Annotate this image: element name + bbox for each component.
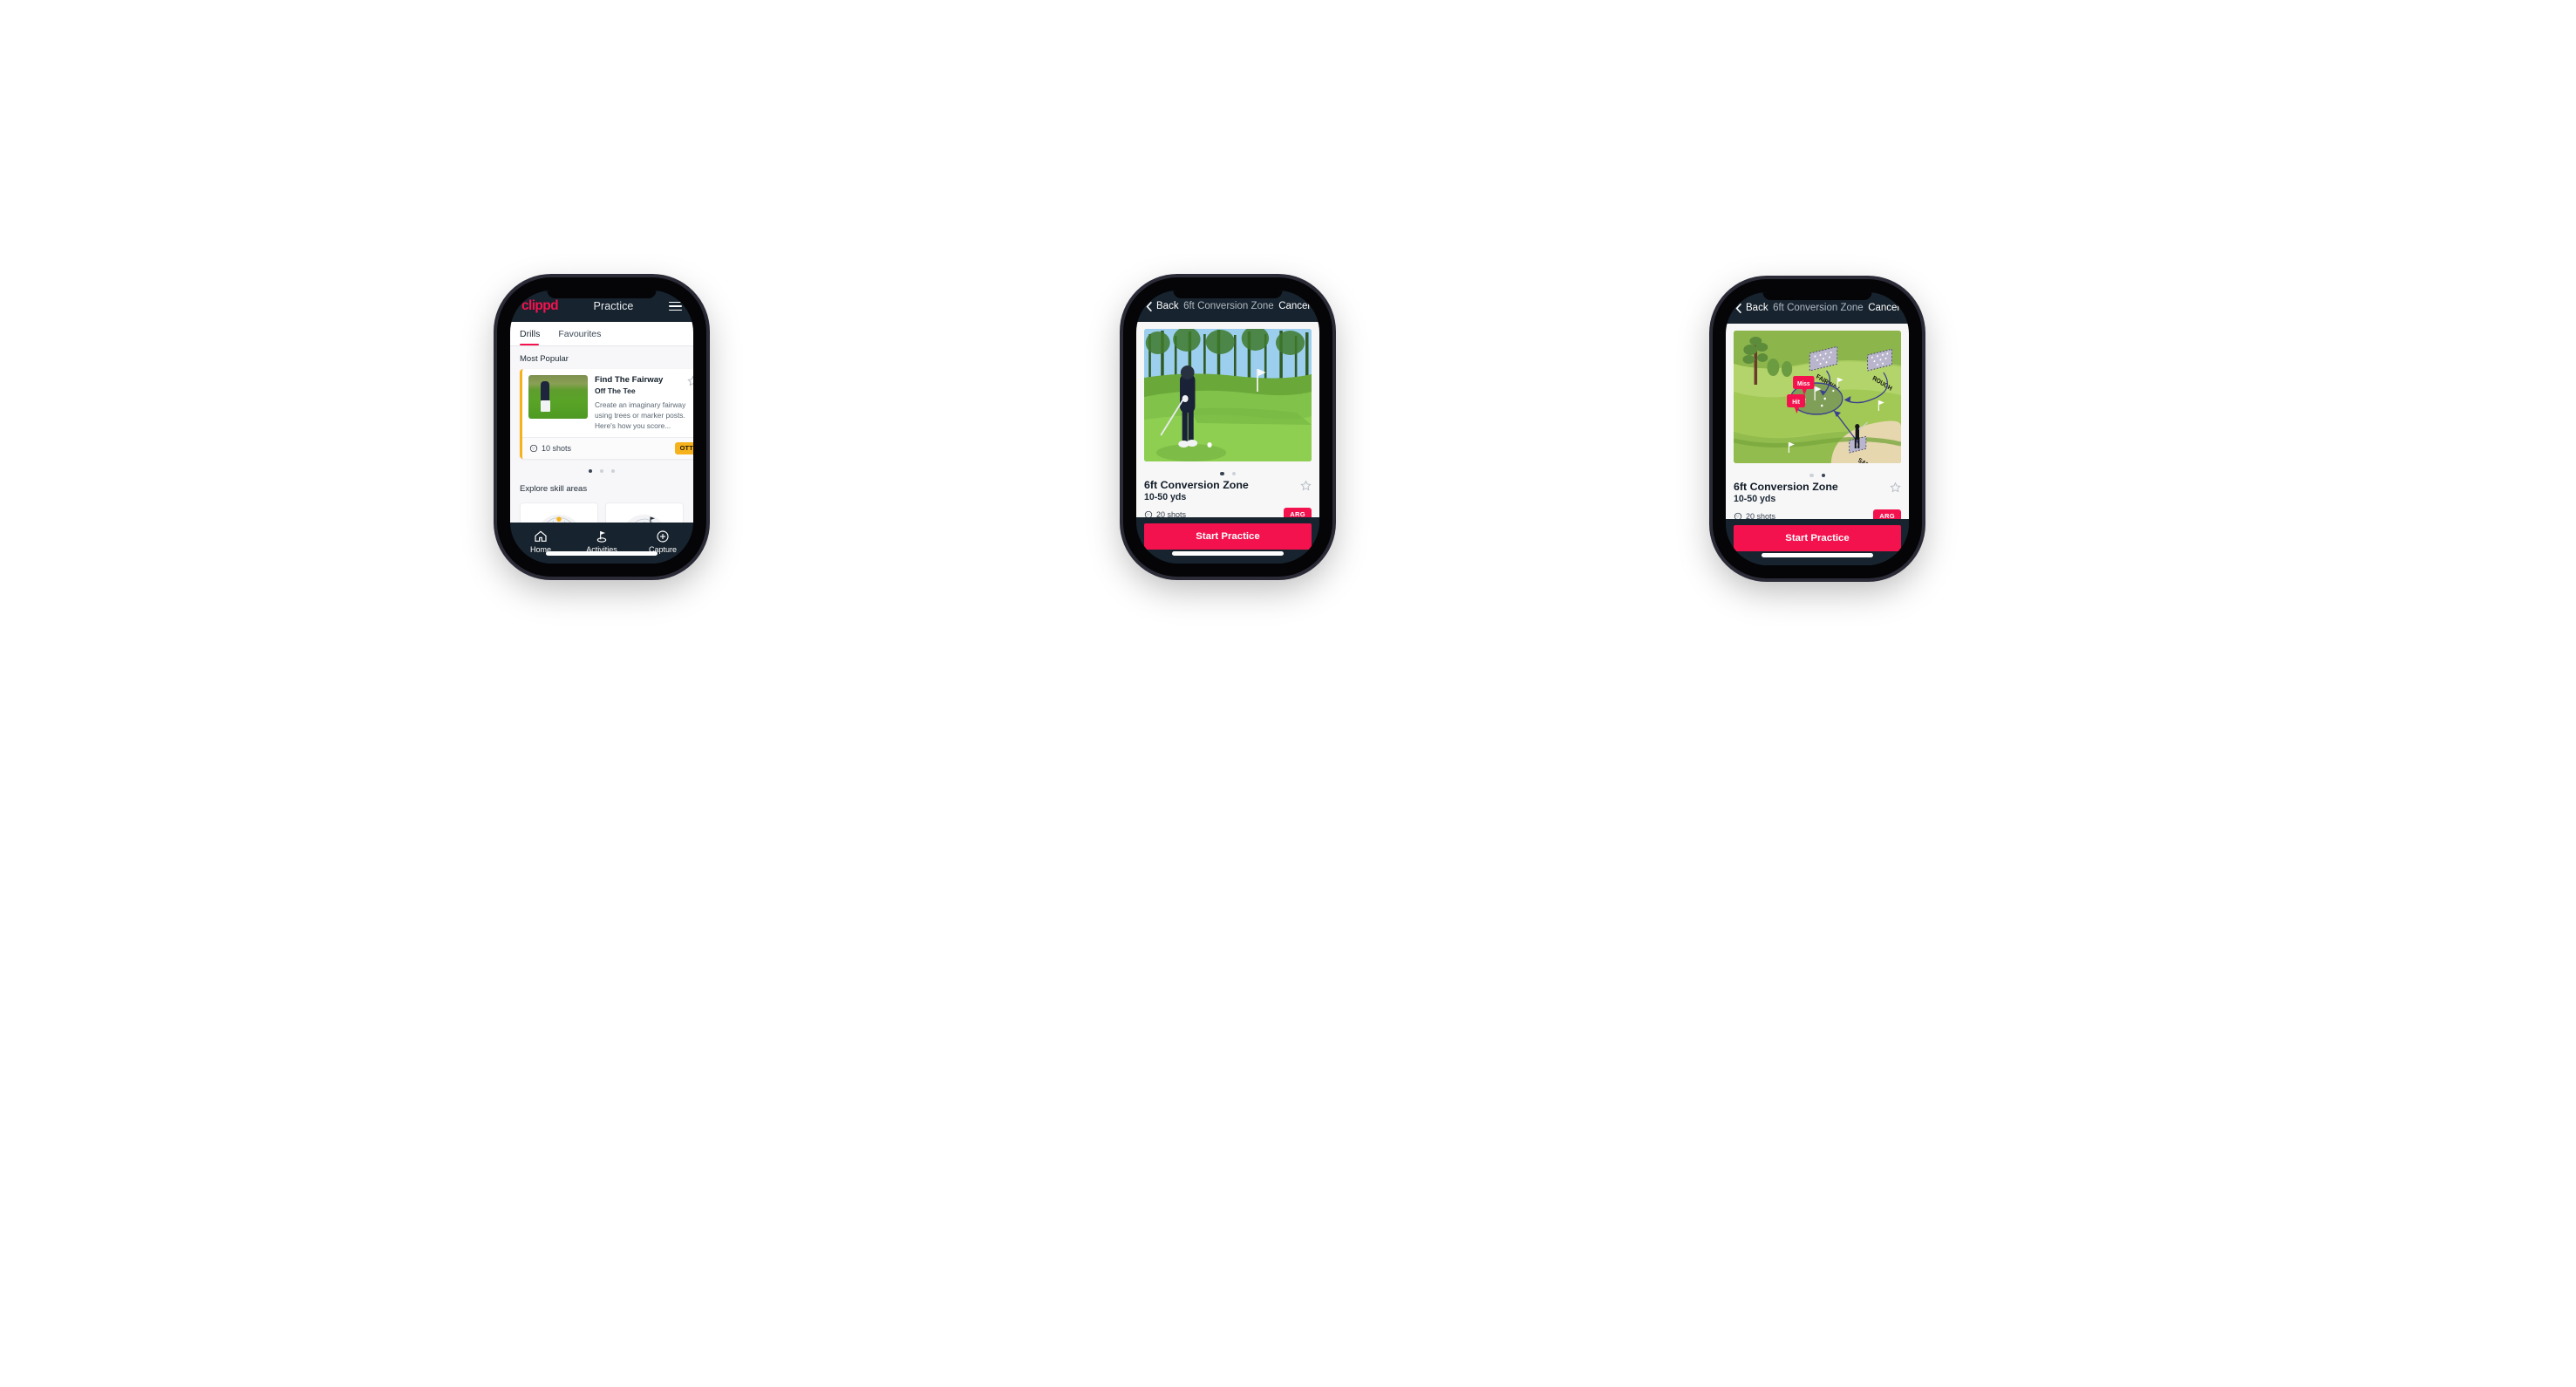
home-indicator (1172, 551, 1284, 556)
carousel-dots[interactable] (510, 459, 693, 476)
home-indicator (1762, 553, 1873, 557)
cancel-button[interactable]: Cancel (1278, 301, 1310, 311)
drill-footer: 10 shots OTT (522, 436, 693, 459)
page-title: Practice (593, 300, 634, 312)
detail-shots-label: 20 shots (1746, 511, 1776, 519)
detail-badge-arg: ARG (1873, 509, 1901, 519)
detail-title: 6ft Conversion Zone (1773, 303, 1864, 313)
home-icon (510, 529, 571, 543)
tabbar-item-capture[interactable]: Capture (632, 529, 693, 554)
start-practice-button[interactable]: Start Practice (1734, 525, 1901, 551)
detail-drill-title: 6ft Conversion Zone (1144, 479, 1249, 492)
phone-drill-detail-diagram: Back 6ft Conversion Zone Cancel FAIRWAY … (1713, 279, 1922, 578)
detail-distance: 10-50 yds (1144, 492, 1187, 503)
detail-shots-label: 20 shots (1156, 509, 1187, 517)
section-explore-label: Explore skill areas (520, 483, 588, 494)
svg-text:Hit: Hit (1792, 400, 1800, 406)
cancel-button[interactable]: Cancel (1868, 303, 1899, 313)
drill-title: Find The Fairway (595, 375, 664, 385)
device-notch (1762, 292, 1872, 300)
svg-text:Miss: Miss (1797, 381, 1810, 387)
media-dot-2[interactable] (1821, 474, 1825, 478)
skill-card-off-the-tee[interactable]: Off The Tee Power and accuracy (520, 502, 598, 523)
tabbar-item-activities[interactable]: Activities (571, 529, 632, 554)
media-dots[interactable] (1734, 463, 1901, 481)
golf-ball-icon (1734, 512, 1742, 519)
tabbar-item-home[interactable]: Home (510, 529, 571, 554)
carousel-dot-2[interactable] (599, 468, 604, 473)
start-practice-button[interactable]: Start Practice (1144, 523, 1312, 550)
detail-meta-row: 20 shots ARG (1734, 509, 1901, 519)
detail-drill-title: 6ft Conversion Zone (1734, 481, 1838, 494)
bottom-tab-bar: Home Activities Capture (510, 523, 693, 564)
home-indicator (546, 551, 658, 556)
skill-card-approach[interactable]: Approach Dial-in to hit the green (605, 502, 684, 523)
tab-bar: Drills Favourites (510, 322, 693, 346)
skill-areas-grid: Off The Tee Power and accuracy (510, 499, 693, 523)
tab-favourites[interactable]: Favourites (558, 322, 610, 345)
star-outline-icon[interactable] (1890, 481, 1901, 494)
golf-ball-icon (529, 444, 538, 452)
drill-badge-ott: OTT (674, 441, 693, 454)
media-dot-1[interactable] (1220, 472, 1224, 476)
hamburger-icon[interactable] (669, 301, 682, 311)
golf-ball-icon (1144, 510, 1153, 517)
detail-meta-row: 20 shots ARG (1144, 508, 1312, 517)
drill-shots: 10 shots (529, 444, 571, 453)
golf-flag-icon (571, 529, 632, 543)
detail-sheet: FAIRWAY ROUGH Miss Hit 6ft Conversion Zo… (1726, 324, 1909, 519)
tee-fan-icon (525, 510, 593, 523)
star-outline-icon[interactable] (1300, 479, 1312, 492)
detail-distance: 10-50 yds (1734, 494, 1776, 505)
detail-shots: 20 shots (1734, 512, 1775, 519)
star-outline-icon[interactable] (687, 375, 693, 386)
drill-description: Create an imaginary fairway using trees … (595, 400, 686, 431)
back-button[interactable]: Back (1146, 301, 1179, 312)
detail-title: 6ft Conversion Zone (1183, 301, 1274, 311)
media-dot-2[interactable] (1231, 472, 1236, 476)
detail-header: 6ft Conversion Zone 10-50 yds (1144, 479, 1312, 502)
back-label: Back (1156, 301, 1179, 311)
cta-container: Start Practice (1726, 519, 1909, 565)
drill-carousel[interactable]: Find The Fairway Off The Tee Create an i… (510, 369, 693, 459)
cta-container: Start Practice (1136, 517, 1319, 564)
content-scroll[interactable]: Most Popular Find The Fairway Off The Te… (510, 346, 693, 523)
carousel-dot-1[interactable] (588, 468, 592, 473)
chevron-left-icon (1735, 303, 1741, 313)
drill-card-find-the-fairway[interactable]: Find The Fairway Off The Tee Create an i… (520, 369, 693, 459)
back-button[interactable]: Back (1735, 303, 1768, 314)
detail-header: 6ft Conversion Zone 10-50 yds (1734, 481, 1901, 504)
phone-drill-detail-video: Back 6ft Conversion Zone Cancel 6ft Conv… (1123, 277, 1332, 577)
screenshot-canvas: clippd Practice Drills Favourites Most P… (0, 0, 2576, 1387)
tab-drills[interactable]: Drills (520, 322, 549, 345)
device-notch (547, 290, 657, 298)
detail-shots: 20 shots (1144, 510, 1186, 517)
drill-thumbnail (528, 375, 588, 419)
detail-sheet: 6ft Conversion Zone 10-50 yds 20 shots A… (1136, 322, 1319, 517)
plus-circle-icon (632, 529, 693, 543)
back-label: Back (1746, 303, 1768, 313)
clippd-logo[interactable]: clippd (521, 299, 559, 313)
device-notch (1173, 290, 1283, 298)
carousel-dot-3[interactable] (611, 468, 616, 473)
phone-practice-list: clippd Practice Drills Favourites Most P… (497, 277, 706, 577)
detail-badge-arg: ARG (1284, 508, 1312, 517)
media-dots[interactable] (1144, 461, 1312, 479)
chevron-left-icon (1146, 301, 1152, 311)
course-diagram[interactable]: FAIRWAY ROUGH Miss Hit (1734, 331, 1901, 463)
drill-shots-label: 10 shots (542, 443, 572, 453)
drill-video-thumbnail[interactable] (1144, 329, 1312, 461)
approach-green-icon (610, 510, 678, 523)
section-most-popular-label: Most Popular (520, 354, 569, 364)
drill-category: Off The Tee (595, 386, 636, 395)
media-dot-1[interactable] (1809, 474, 1814, 478)
